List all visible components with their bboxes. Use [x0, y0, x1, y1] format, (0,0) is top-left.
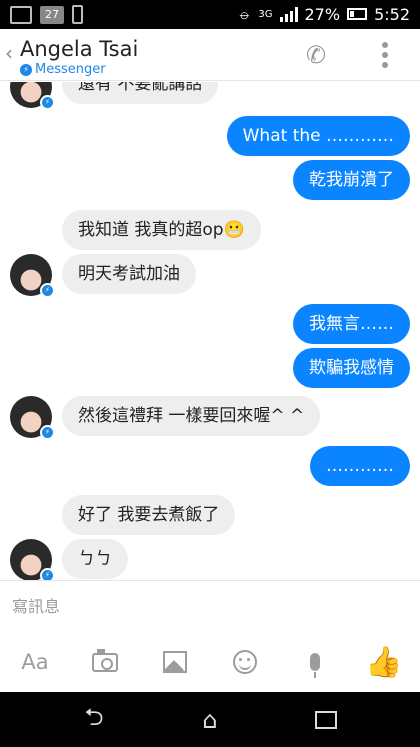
messenger-icon: ⚡ [20, 63, 32, 76]
battery-percent: 27% [304, 4, 341, 24]
avatar[interactable]: ⚡ [10, 396, 55, 440]
status-bar: 27 ⦵ 3G 27% 5:52 [0, 0, 420, 29]
message-outgoing[interactable]: What the ………… [226, 116, 410, 156]
microphone-icon [310, 653, 320, 678]
message-incoming[interactable]: ㄅㄅ [62, 539, 128, 579]
composer-toolbar: Aa 👍 [0, 630, 420, 692]
voice-button[interactable] [297, 646, 333, 678]
message-input[interactable] [12, 591, 392, 621]
messenger-badge-icon: ⚡ [40, 283, 55, 298]
message-outgoing[interactable]: ………… [310, 446, 410, 486]
notification-image-icon [10, 5, 32, 24]
message-incoming[interactable]: 好了 我要去煮飯了 [62, 495, 236, 535]
vibrate-icon: ⦵ [237, 4, 252, 23]
avatar[interactable]: ⚡ [10, 82, 55, 110]
camera-icon [92, 648, 118, 672]
contact-name[interactable]: Angela Tsai [20, 37, 138, 61]
network-type: 3G [258, 8, 273, 20]
conversation-header: ‹ Angela Tsai ⚡ Messenger ✆ [0, 29, 420, 81]
status-time: 5:52 [374, 4, 410, 24]
home-nav-icon[interactable]: ⌂ [190, 705, 230, 735]
message-incoming[interactable]: 明天考試加油 [62, 254, 196, 294]
emoji-icon [233, 650, 257, 674]
chevron-left-icon[interactable]: ‹ [5, 41, 13, 65]
message-list[interactable]: ⚡ 還有 不要亂講話 What the ………… 乾我崩潰了 我知道 我真的超o… [0, 82, 420, 580]
notification-badge: 27 [40, 5, 64, 24]
messenger-badge-icon: ⚡ [40, 95, 55, 110]
signal-icon [279, 6, 298, 22]
recent-apps-nav-icon[interactable] [306, 705, 346, 735]
text-format-button[interactable]: Aa [17, 646, 53, 678]
avatar[interactable]: ⚡ [10, 254, 55, 298]
messenger-badge-icon: ⚡ [40, 425, 55, 440]
thumbs-up-icon: 👍 [365, 644, 403, 680]
more-vertical-icon[interactable] [382, 42, 388, 68]
battery-icon [347, 8, 368, 20]
emoji-button[interactable] [227, 646, 263, 678]
like-button[interactable]: 👍 [365, 644, 403, 680]
messenger-label-text: Messenger [35, 62, 106, 77]
message-incoming[interactable]: 然後這禮拜 一樣要回來喔^ ^ [62, 396, 321, 436]
messenger-badge-icon: ⚡ [40, 568, 55, 580]
camera-button[interactable] [87, 646, 123, 678]
message-outgoing[interactable]: 乾我崩潰了 [293, 160, 410, 200]
system-navigation-bar: ⮌ ⌂ [0, 692, 420, 747]
phone-icon[interactable]: ✆ [306, 41, 326, 69]
message-outgoing[interactable]: 欺騙我感情 [293, 348, 410, 388]
back-nav-icon[interactable]: ⮌ [74, 703, 114, 735]
message-incoming[interactable]: 還有 不要亂講話 [62, 82, 219, 104]
image-icon [163, 651, 187, 673]
phone-device-icon [72, 5, 83, 24]
avatar[interactable]: ⚡ [10, 539, 55, 580]
image-button[interactable] [157, 646, 193, 678]
message-outgoing[interactable]: 我無言…… [293, 304, 410, 344]
message-incoming[interactable]: 我知道 我真的超op😬 [62, 210, 261, 250]
message-composer [0, 580, 420, 630]
messenger-label: ⚡ Messenger [20, 62, 106, 77]
